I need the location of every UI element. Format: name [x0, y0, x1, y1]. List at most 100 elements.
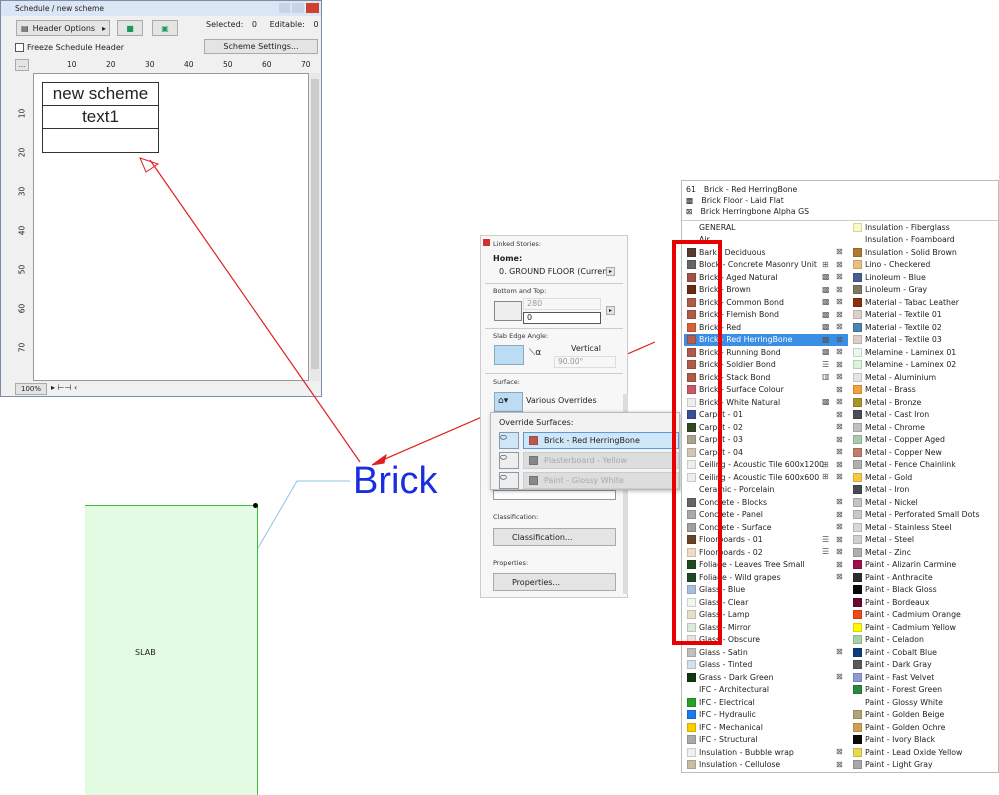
classification-button[interactable]: Classification...: [493, 528, 616, 546]
divider: [485, 283, 623, 284]
material-label: Linoleum - Blue: [865, 272, 926, 282]
material-list-item[interactable]: Metal - Chrome: [850, 421, 998, 434]
brick-annotation: Brick: [353, 460, 438, 502]
material-list-item[interactable]: IFC - Mechanical: [684, 721, 848, 734]
material-list-item[interactable]: Melamine - Laminex 02: [850, 359, 998, 372]
material-list-item[interactable]: Paint - Dark Gray: [850, 659, 998, 672]
properties-button-label: Properties...: [512, 577, 561, 587]
properties-button[interactable]: Properties...: [493, 573, 616, 591]
material-list-item[interactable]: Metal - Perforated Small Dots: [850, 509, 998, 522]
texture-icon: ⊠: [836, 747, 843, 756]
fill-pattern-icon: ⊞: [822, 459, 829, 469]
vertical-edge-button[interactable]: [494, 345, 524, 365]
material-list-item[interactable]: Paint - Forest Green: [850, 684, 998, 697]
material-list-item[interactable]: Insulation - Bubble wrap ⊠: [684, 746, 848, 759]
material-list-item[interactable]: Grass - Dark Green ⊠: [684, 671, 848, 684]
elevation-arrow-button[interactable]: ▸: [606, 306, 615, 315]
material-list-item[interactable]: Paint - Glossy White: [850, 696, 998, 709]
material-list-item[interactable]: Paint - Cobalt Blue: [850, 646, 998, 659]
material-swatch: [853, 510, 862, 520]
material-list-item[interactable]: Lino - Checkered: [850, 259, 998, 272]
material-list-item[interactable]: Metal - Aluminium: [850, 371, 998, 384]
material-list-item[interactable]: Paint - Bordeaux: [850, 596, 998, 609]
override-surface-item[interactable]: Brick - Red HerringBone: [523, 432, 679, 449]
material-swatch: [687, 760, 696, 770]
material-label: IFC - Structural: [699, 735, 758, 745]
texture-icon: ⊠: [836, 509, 843, 519]
material-label: IFC - Electrical: [699, 697, 755, 707]
material-list-item[interactable]: Paint - Light Gray: [850, 759, 998, 772]
material-list-item[interactable]: IFC - Electrical: [684, 696, 848, 709]
material-swatch: [853, 760, 862, 770]
surface-field[interactable]: [493, 490, 616, 500]
material-list-item[interactable]: Metal - Copper New: [850, 446, 998, 459]
material-swatch: [853, 422, 862, 432]
material-list-item[interactable]: Material - Textile 03: [850, 334, 998, 347]
bottom-elevation-input[interactable]: 0: [523, 312, 601, 324]
material-list-item[interactable]: Paint - Anthracite: [850, 571, 998, 584]
angled-edge-button[interactable]: ⟍α: [529, 348, 541, 358]
fill-pattern-icon: ☰: [822, 547, 830, 556]
material-list-item[interactable]: IFC - Hydraulic: [684, 709, 848, 722]
override-title: Override Surfaces:: [499, 418, 574, 427]
material-list-item[interactable]: Metal - Copper Aged: [850, 434, 998, 447]
edge-angle-input[interactable]: 90.00°: [554, 356, 616, 368]
material-list-item[interactable]: Paint - Golden Ochre: [850, 721, 998, 734]
material-list-item[interactable]: Metal - Steel: [850, 534, 998, 547]
material-list-item[interactable]: Paint - Black Gloss: [850, 584, 998, 597]
material-label: Paint - Black Gloss: [865, 585, 937, 595]
material-list-item[interactable]: Paint - Celadon: [850, 634, 998, 647]
material-swatch: [853, 222, 862, 232]
material-list-item[interactable]: Metal - Zinc: [850, 546, 998, 559]
material-swatch: [853, 585, 862, 595]
material-list-item[interactable]: Material - Textile 02: [850, 321, 998, 334]
material-list-item[interactable]: Glass - Satin ⊠: [684, 646, 848, 659]
material-list-item[interactable]: Metal - Stainless Steel: [850, 521, 998, 534]
override-surface-label: Brick - Red HerringBone: [544, 436, 640, 445]
material-swatch: [853, 410, 862, 420]
material-swatch: [853, 460, 862, 470]
material-list-item[interactable]: Paint - Ivory Black: [850, 734, 998, 747]
material-list-item[interactable]: Paint - Alizarin Carmine: [850, 559, 998, 572]
material-list-item[interactable]: Metal - Bronze: [850, 396, 998, 409]
close-icon[interactable]: [483, 239, 490, 246]
material-list-item[interactable]: Metal - Cast Iron: [850, 409, 998, 422]
material-list-item[interactable]: IFC - Architectural: [684, 684, 848, 697]
story-arrow-button[interactable]: ▸: [606, 267, 615, 276]
material-list-item[interactable]: Material - Textile 01: [850, 309, 998, 322]
surface-type-icon[interactable]: ⬭: [499, 432, 519, 449]
override-surface-item[interactable]: Plasterboard - Yellow: [523, 452, 679, 469]
top-elevation-input[interactable]: 280: [523, 298, 601, 310]
material-list-item[interactable]: GENERAL: [684, 221, 848, 234]
material-list-item[interactable]: Melamine - Laminex 01: [850, 346, 998, 359]
material-list-item[interactable]: Metal - Iron: [850, 484, 998, 497]
material-list-item[interactable]: Paint - Golden Beige: [850, 709, 998, 722]
material-swatch: [853, 472, 862, 482]
material-label: Paint - Lead Oxide Yellow: [865, 747, 963, 757]
material-list-item[interactable]: Metal - Fence Chainlink: [850, 459, 998, 472]
surface-painter-button[interactable]: ⌂▾: [494, 392, 523, 412]
material-list-item[interactable]: Insulation - Cellulose ⊠: [684, 759, 848, 772]
override-surface-item[interactable]: Paint - Glossy White: [523, 472, 679, 489]
home-story-select[interactable]: 0. GROUND FLOOR (Current): [499, 267, 614, 276]
material-list-item[interactable]: Insulation - Solid Brown: [850, 246, 998, 259]
material-list-item[interactable]: Paint - Cadmium Yellow: [850, 621, 998, 634]
texture-icon: ⊠: [836, 284, 843, 294]
material-list-item[interactable]: IFC - Structural: [684, 734, 848, 747]
surface-type-icon[interactable]: ⬭: [499, 472, 519, 489]
material-list-item[interactable]: Paint - Cadmium Orange: [850, 609, 998, 622]
material-list-item[interactable]: Metal - Nickel: [850, 496, 998, 509]
material-list-item[interactable]: Glass - Tinted: [684, 659, 848, 672]
material-list-item[interactable]: Insulation - Foamboard: [850, 234, 998, 247]
texture-icon: ⊠: [836, 447, 843, 456]
material-list-item[interactable]: Metal - Gold: [850, 471, 998, 484]
material-list-item[interactable]: Insulation - Fiberglass: [850, 221, 998, 234]
material-list-item[interactable]: Linoleum - Gray: [850, 284, 998, 297]
fill-pattern-icon: ▩: [822, 322, 830, 331]
material-list-item[interactable]: Paint - Lead Oxide Yellow: [850, 746, 998, 759]
surface-type-icon[interactable]: ⬭: [499, 452, 519, 469]
material-list-item[interactable]: Paint - Fast Velvet: [850, 671, 998, 684]
material-list-item[interactable]: Material - Tabac Leather: [850, 296, 998, 309]
material-list-item[interactable]: Metal - Brass: [850, 384, 998, 397]
material-list-item[interactable]: Linoleum - Blue: [850, 271, 998, 284]
